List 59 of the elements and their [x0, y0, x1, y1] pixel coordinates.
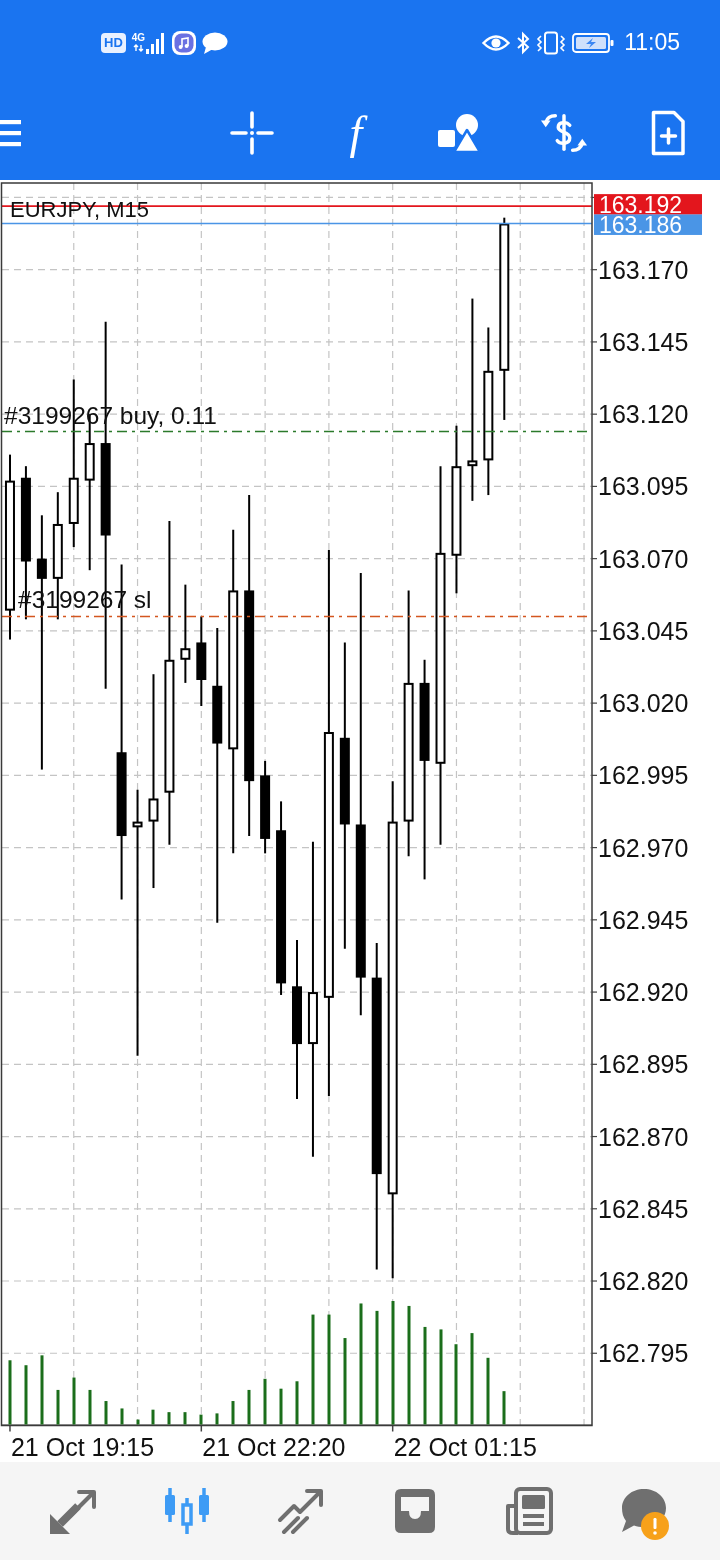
- hd-badge: HD: [101, 32, 126, 53]
- charging-battery-icon: [572, 31, 615, 54]
- price-axis-label: 162.945: [598, 905, 689, 934]
- volume-bar: [40, 1355, 44, 1425]
- volume-bar: [88, 1390, 92, 1425]
- volume-bar: [295, 1381, 299, 1425]
- volume-bar: [104, 1401, 108, 1425]
- price-axis-label: 163.095: [598, 472, 689, 501]
- volume-bar: [120, 1408, 124, 1425]
- newspaper-icon: [504, 1486, 554, 1536]
- price-axis-label: 162.895: [598, 1050, 689, 1079]
- price-axis-label: 163.020: [598, 689, 689, 718]
- volume-bar: [263, 1379, 267, 1425]
- volume-bar: [215, 1413, 219, 1425]
- volume-bar: [8, 1360, 12, 1425]
- volume-bar: [24, 1365, 28, 1425]
- bluetooth-icon: [516, 30, 531, 55]
- time-axis-label: 22 Oct 01:15: [393, 1433, 537, 1461]
- price-axis-label: 162.920: [598, 978, 689, 1007]
- chat-bubble-icon: [202, 31, 229, 54]
- price-axis-label: 162.870: [598, 1122, 689, 1151]
- price-axis-label: 163.145: [598, 327, 689, 356]
- signal-icon: [146, 31, 167, 54]
- indicators-button[interactable]: f: [332, 106, 380, 159]
- price-axis-label: 162.845: [598, 1194, 689, 1223]
- volume-bar: [183, 1412, 187, 1425]
- volume-bar: [486, 1358, 490, 1425]
- time-axis-label: 21 Oct 19:15: [10, 1433, 155, 1461]
- volume-bar: [167, 1412, 171, 1425]
- vibrate-icon: [536, 30, 567, 55]
- crosshair-icon: [230, 110, 274, 155]
- price-axis-label: 162.995: [598, 761, 689, 790]
- network-type-label: 4G: [131, 33, 146, 43]
- price-axis-label: 162.970: [598, 833, 689, 862]
- volume-bar: [231, 1401, 235, 1425]
- volume-bar: [56, 1390, 60, 1425]
- volume-bar: [502, 1391, 506, 1425]
- data-arrows-icon: [132, 44, 144, 52]
- price-axis-label: 163.070: [598, 544, 689, 573]
- volume-bar: [151, 1409, 155, 1425]
- price-axis-label: 162.795: [598, 1339, 689, 1368]
- trend-arrow-icon: [276, 1486, 326, 1536]
- price-axis-label: 162.820: [598, 1267, 689, 1295]
- price-axis-label: 163.170: [598, 255, 689, 284]
- volume-bar: [199, 1414, 203, 1425]
- volume-bar: [136, 1419, 140, 1425]
- price-axis-label: 163.045: [598, 616, 689, 645]
- price-axis-label: 163.120: [598, 400, 689, 429]
- add-document-icon: [650, 109, 686, 156]
- status-time: 11:05: [624, 29, 680, 56]
- time-axis-label: 21 Oct 22:20: [202, 1433, 346, 1461]
- menu-button[interactable]: [0, 117, 22, 148]
- candlestick-icon: [162, 1486, 212, 1536]
- volume-bar: [279, 1388, 283, 1425]
- eye-icon: [482, 32, 511, 53]
- menu-icon: [0, 118, 22, 147]
- music-app-icon: [172, 30, 197, 55]
- volume-bar: [72, 1377, 76, 1425]
- volume-bar: [247, 1390, 251, 1425]
